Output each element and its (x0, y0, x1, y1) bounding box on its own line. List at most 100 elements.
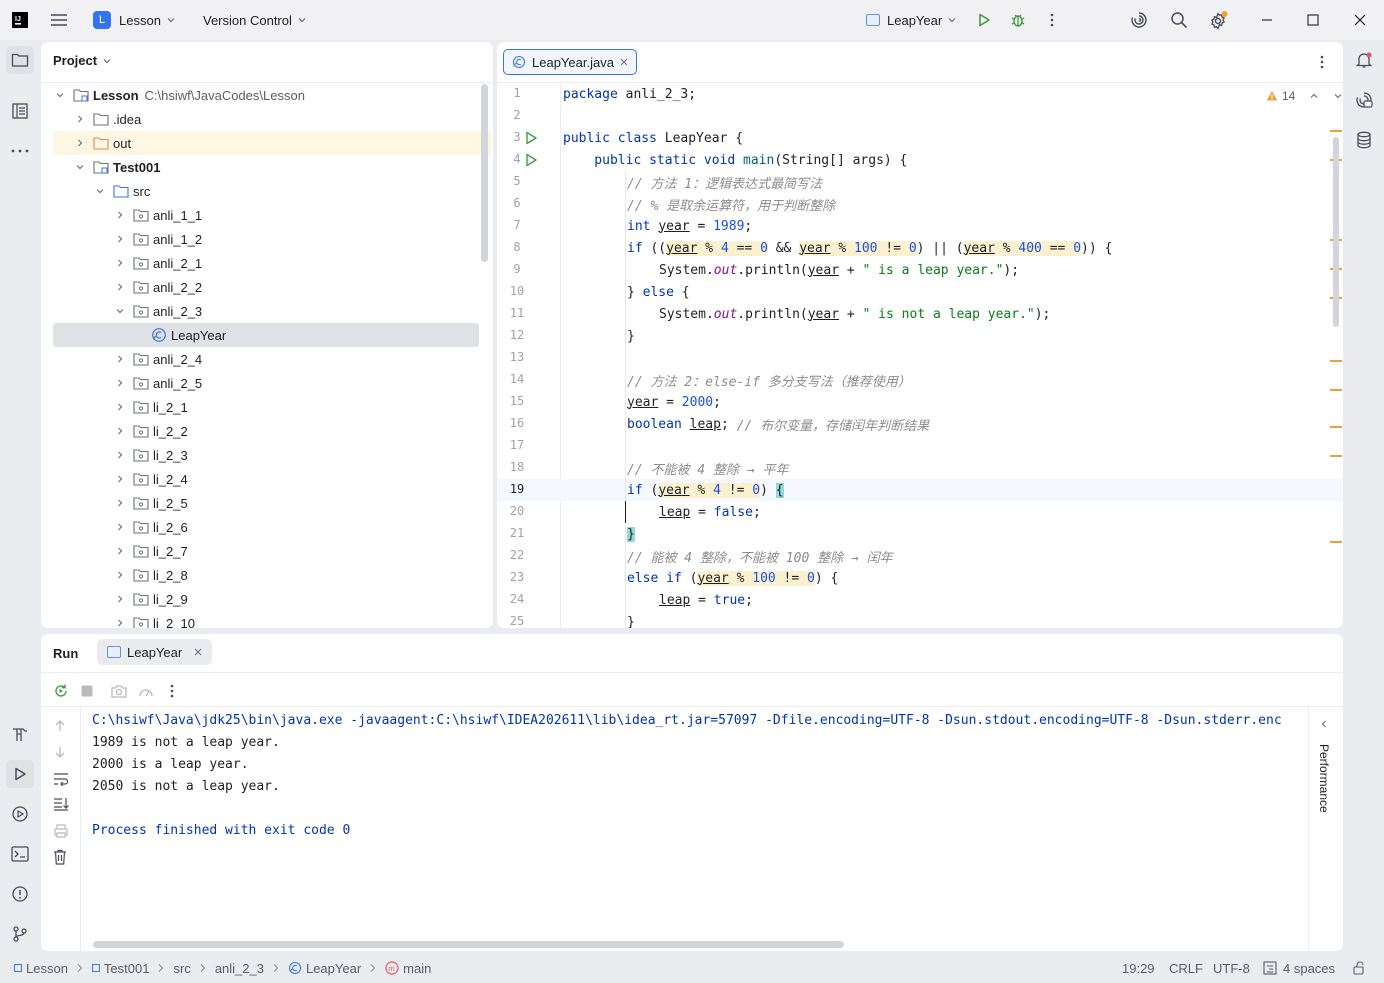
matched-brace: { (775, 482, 784, 498)
run-gutter-icon[interactable] (524, 131, 538, 145)
tree-item-package[interactable]: li_2_2 (53, 419, 493, 443)
caret-position[interactable]: 19:29 (1122, 953, 1155, 983)
warning-stripe-mark[interactable] (1330, 455, 1342, 457)
console-hscrollbar[interactable] (93, 941, 844, 948)
tree-item-package[interactable]: anli_2_2 (53, 275, 493, 299)
code-token: year (807, 262, 840, 278)
tree-item-package[interactable]: li_2_9 (53, 587, 493, 611)
lock-icon[interactable] (1352, 961, 1366, 975)
tree-item-leapyear[interactable]: LeapYear (53, 323, 479, 347)
tree-item-package[interactable]: anli_2_1 (53, 251, 493, 275)
tree-item-package[interactable]: li_2_7 (53, 539, 493, 563)
services-tool-icon[interactable] (6, 800, 34, 828)
tree-root[interactable]: Lesson C:\hsiwf\JavaCodes\Lesson (53, 83, 493, 107)
breadcrumb-item[interactable]: src (173, 961, 190, 976)
profiler-icon[interactable] (138, 684, 154, 698)
soft-wrap-icon[interactable] (53, 772, 69, 786)
editor-scrollbar[interactable] (1333, 137, 1339, 327)
print-icon[interactable] (53, 824, 69, 838)
minimize-icon[interactable] (1257, 10, 1277, 30)
arrow-down-icon[interactable] (53, 745, 67, 759)
run-icon[interactable] (974, 10, 994, 30)
tree-item-package[interactable]: li_2_10 (53, 611, 493, 628)
tree-item-package[interactable]: li_2_5 (53, 491, 493, 515)
main-menu-icon[interactable] (49, 10, 69, 30)
project-tool-icon[interactable] (6, 46, 34, 74)
code-token: = (690, 592, 714, 608)
close-icon[interactable] (620, 58, 628, 66)
tree-item-out[interactable]: out (53, 131, 491, 155)
stop-icon[interactable] (81, 685, 93, 697)
warning-stripe-mark[interactable] (1330, 389, 1342, 391)
terminal-tool-icon[interactable] (6, 840, 34, 868)
intellij-logo-icon[interactable]: IJ (10, 10, 30, 30)
tree-item-package[interactable]: anli_1_2 (53, 227, 493, 251)
tree-scrollbar[interactable] (481, 84, 488, 262)
editor-tab[interactable]: LeapYear.java (503, 49, 637, 75)
warning-stripe-mark[interactable] (1330, 426, 1342, 428)
more-actions-icon[interactable] (170, 684, 174, 698)
close-icon[interactable] (1350, 10, 1370, 30)
code-token: " is not a leap year." (862, 306, 1035, 322)
camera-icon[interactable] (111, 684, 127, 698)
more-actions-icon[interactable] (1320, 55, 1324, 69)
code-area[interactable]: 1 2 3 4 5 6 7 8 9 10 11 12 13 14 15 16 1… (497, 83, 1343, 628)
code-line: leap = false; (659, 501, 1343, 523)
run-tool-icon[interactable] (6, 760, 34, 788)
breadcrumb-item[interactable]: m main (385, 961, 431, 976)
arrow-up-icon[interactable] (53, 719, 67, 733)
scroll-to-end-icon[interactable] (53, 797, 69, 811)
tree-item-package[interactable]: li_2_8 (53, 563, 493, 587)
project-badge: L (93, 11, 111, 29)
tree-item-package[interactable]: anli_2_3 (53, 299, 493, 323)
chevron-left-icon[interactable] (1319, 719, 1329, 729)
warning-stripe-mark[interactable] (1330, 130, 1342, 132)
ai-chat-icon[interactable] (1350, 86, 1378, 114)
close-icon[interactable] (194, 648, 202, 656)
tree-item-package[interactable]: anli_2_4 (53, 347, 493, 371)
settings-icon[interactable] (1209, 10, 1229, 30)
method-icon: m (385, 961, 399, 975)
run-config-selector[interactable]: LeapYear (866, 0, 957, 40)
tree-item-package[interactable]: li_2_1 (53, 395, 493, 419)
tree-item-package[interactable]: anli_2_5 (53, 371, 493, 395)
project-switcher[interactable]: L Lesson (93, 0, 176, 40)
trash-icon[interactable] (53, 849, 67, 865)
git-tool-icon[interactable] (6, 920, 34, 948)
debug-icon[interactable] (1008, 10, 1028, 30)
breadcrumb-item[interactable]: LeapYear (288, 961, 361, 976)
run-gutter-icon[interactable] (524, 153, 538, 167)
build-tool-icon[interactable] (6, 720, 34, 748)
search-icon[interactable] (1169, 10, 1189, 30)
project-panel-header[interactable]: Project (53, 53, 112, 68)
performance-tab[interactable]: Performance (1317, 744, 1331, 813)
breadcrumb-item[interactable]: Test001 (91, 961, 149, 976)
problems-tool-icon[interactable] (6, 880, 34, 908)
rerun-icon[interactable] (53, 683, 69, 699)
database-icon[interactable] (1350, 126, 1378, 154)
vcs-menu[interactable]: Version Control (203, 0, 307, 40)
indent-setting[interactable]: 4 spaces (1263, 953, 1335, 983)
breadcrumb-item[interactable]: Lesson (14, 961, 68, 976)
tree-item-package[interactable]: li_2_4 (53, 467, 493, 491)
warning-stripe-mark[interactable] (1330, 360, 1342, 362)
tree-item-package[interactable]: li_2_3 (53, 443, 493, 467)
tree-item-package[interactable]: li_2_6 (53, 515, 493, 539)
warning-stripe-mark[interactable] (1330, 541, 1342, 543)
structure-tool-icon[interactable] (6, 97, 34, 125)
run-tab[interactable]: LeapYear (97, 639, 213, 665)
tree-item-label: li_2_10 (153, 615, 195, 629)
maximize-icon[interactable] (1303, 10, 1323, 30)
line-separator[interactable]: CRLF (1169, 953, 1203, 983)
tree-item-src[interactable]: src (53, 179, 493, 203)
console-output[interactable]: C:\hsiwf\Java\jdk25\bin\java.exe -javaag… (92, 709, 1307, 909)
file-encoding[interactable]: UTF-8 (1213, 953, 1250, 983)
breadcrumb-item[interactable]: anli_2_3 (215, 961, 264, 976)
tree-item-package[interactable]: anli_1_1 (53, 203, 493, 227)
ai-assistant-icon[interactable] (1129, 10, 1149, 30)
tree-item-idea[interactable]: .idea (53, 107, 493, 131)
more-tools-icon[interactable] (6, 137, 34, 165)
more-actions-icon[interactable] (1042, 10, 1062, 30)
notifications-icon[interactable] (1350, 46, 1378, 74)
tree-item-test001[interactable]: Test001 (53, 155, 493, 179)
